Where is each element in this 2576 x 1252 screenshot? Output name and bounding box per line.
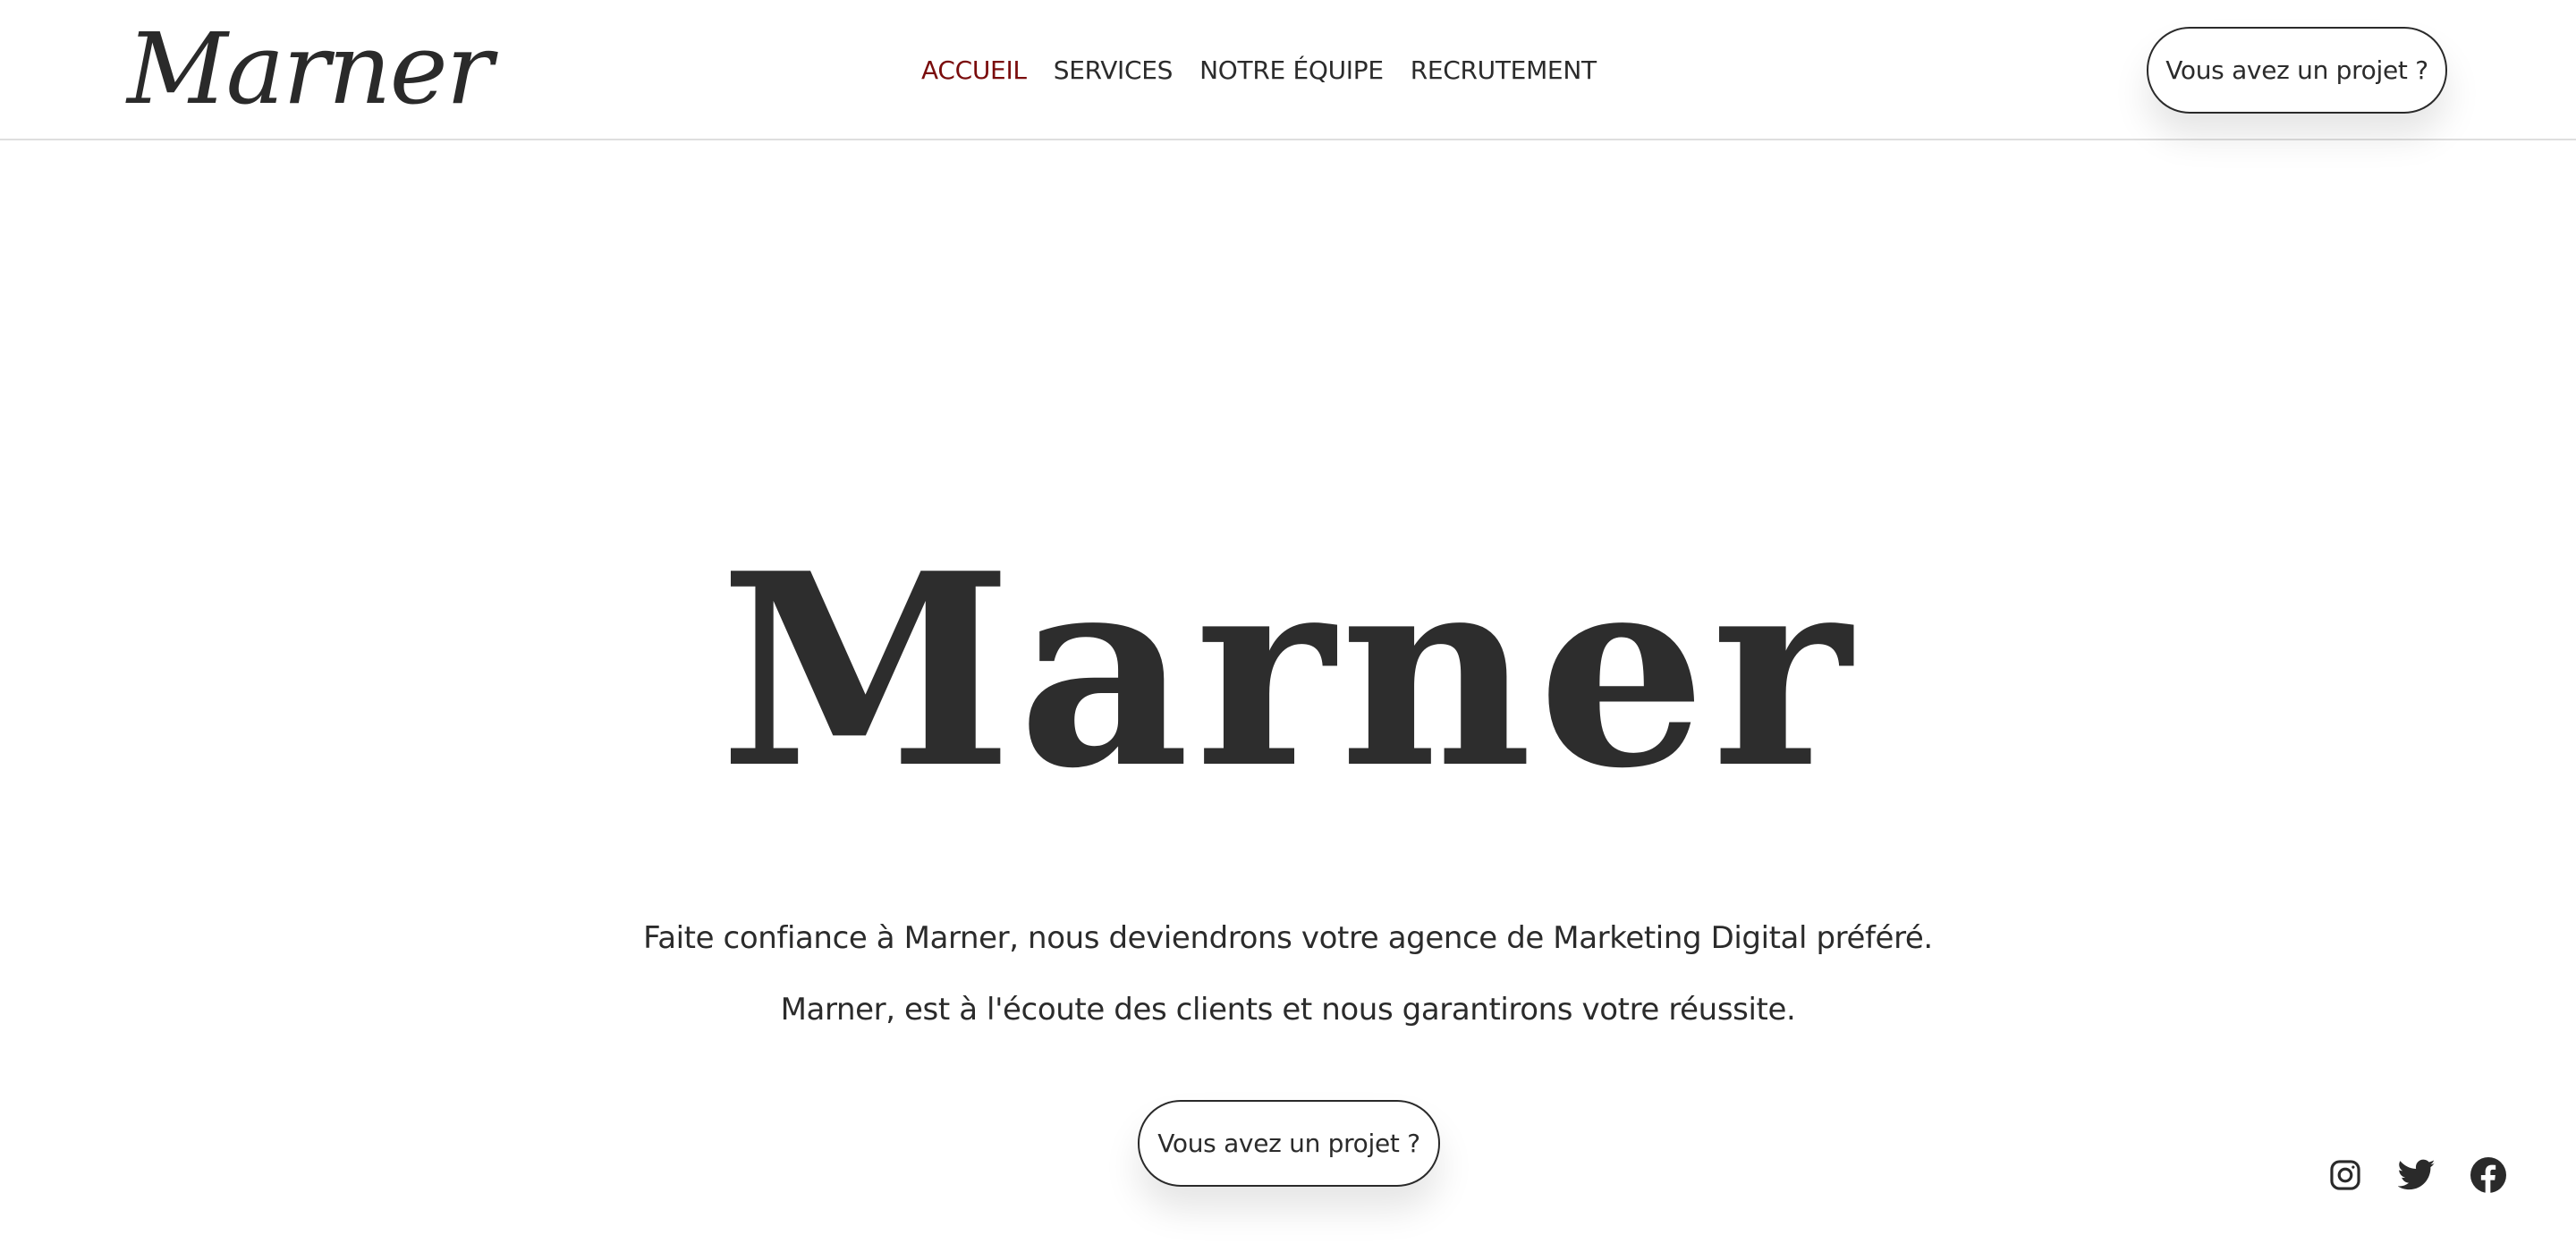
facebook-icon[interactable] (2469, 1155, 2508, 1195)
hero-title: Marner (719, 515, 1857, 826)
main-nav: ACCUEIL SERVICES NOTRE ÉQUIPE RECRUTEMEN… (921, 50, 1597, 91)
twitter-icon[interactable] (2397, 1155, 2436, 1195)
instagram-icon[interactable] (2326, 1155, 2365, 1195)
header-project-button[interactable]: Vous avez un projet ? (2147, 27, 2447, 114)
logo[interactable]: Marner (127, 11, 493, 127)
nav-item-accueil[interactable]: ACCUEIL (921, 50, 1027, 91)
hero-project-button[interactable]: Vous avez un projet ? (1138, 1100, 1440, 1187)
hero-tagline-2: Marner, est à l'écoute des clients et no… (780, 992, 1796, 1028)
social-links (2326, 1155, 2508, 1195)
nav-item-notre-equipe[interactable]: NOTRE ÉQUIPE (1199, 50, 1384, 91)
site-header: Marner ACCUEIL SERVICES NOTRE ÉQUIPE REC… (0, 0, 2576, 140)
hero-tagline-1: Faite confiance à Marner, nous deviendro… (643, 920, 1933, 956)
nav-item-services[interactable]: SERVICES (1054, 50, 1174, 91)
nav-item-recrutement[interactable]: RECRUTEMENT (1411, 50, 1597, 91)
